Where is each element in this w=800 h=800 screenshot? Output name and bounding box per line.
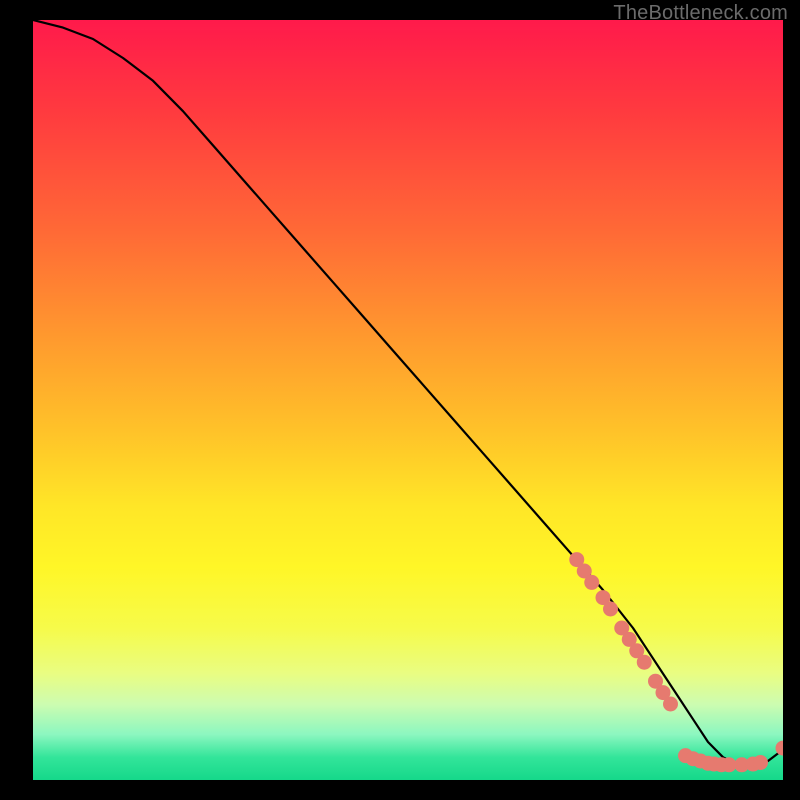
data-point-marker bbox=[584, 575, 599, 590]
data-point-marker bbox=[603, 602, 618, 617]
chart-svg bbox=[33, 20, 783, 780]
data-point-marker bbox=[637, 655, 652, 670]
marker-group bbox=[569, 552, 783, 772]
watermark-text: TheBottleneck.com bbox=[613, 2, 788, 25]
plot-area bbox=[33, 20, 783, 780]
chart-stage: TheBottleneck.com bbox=[0, 0, 800, 800]
bottleneck-curve-line bbox=[33, 20, 783, 765]
data-point-marker bbox=[753, 755, 768, 770]
data-point-marker bbox=[663, 697, 678, 712]
